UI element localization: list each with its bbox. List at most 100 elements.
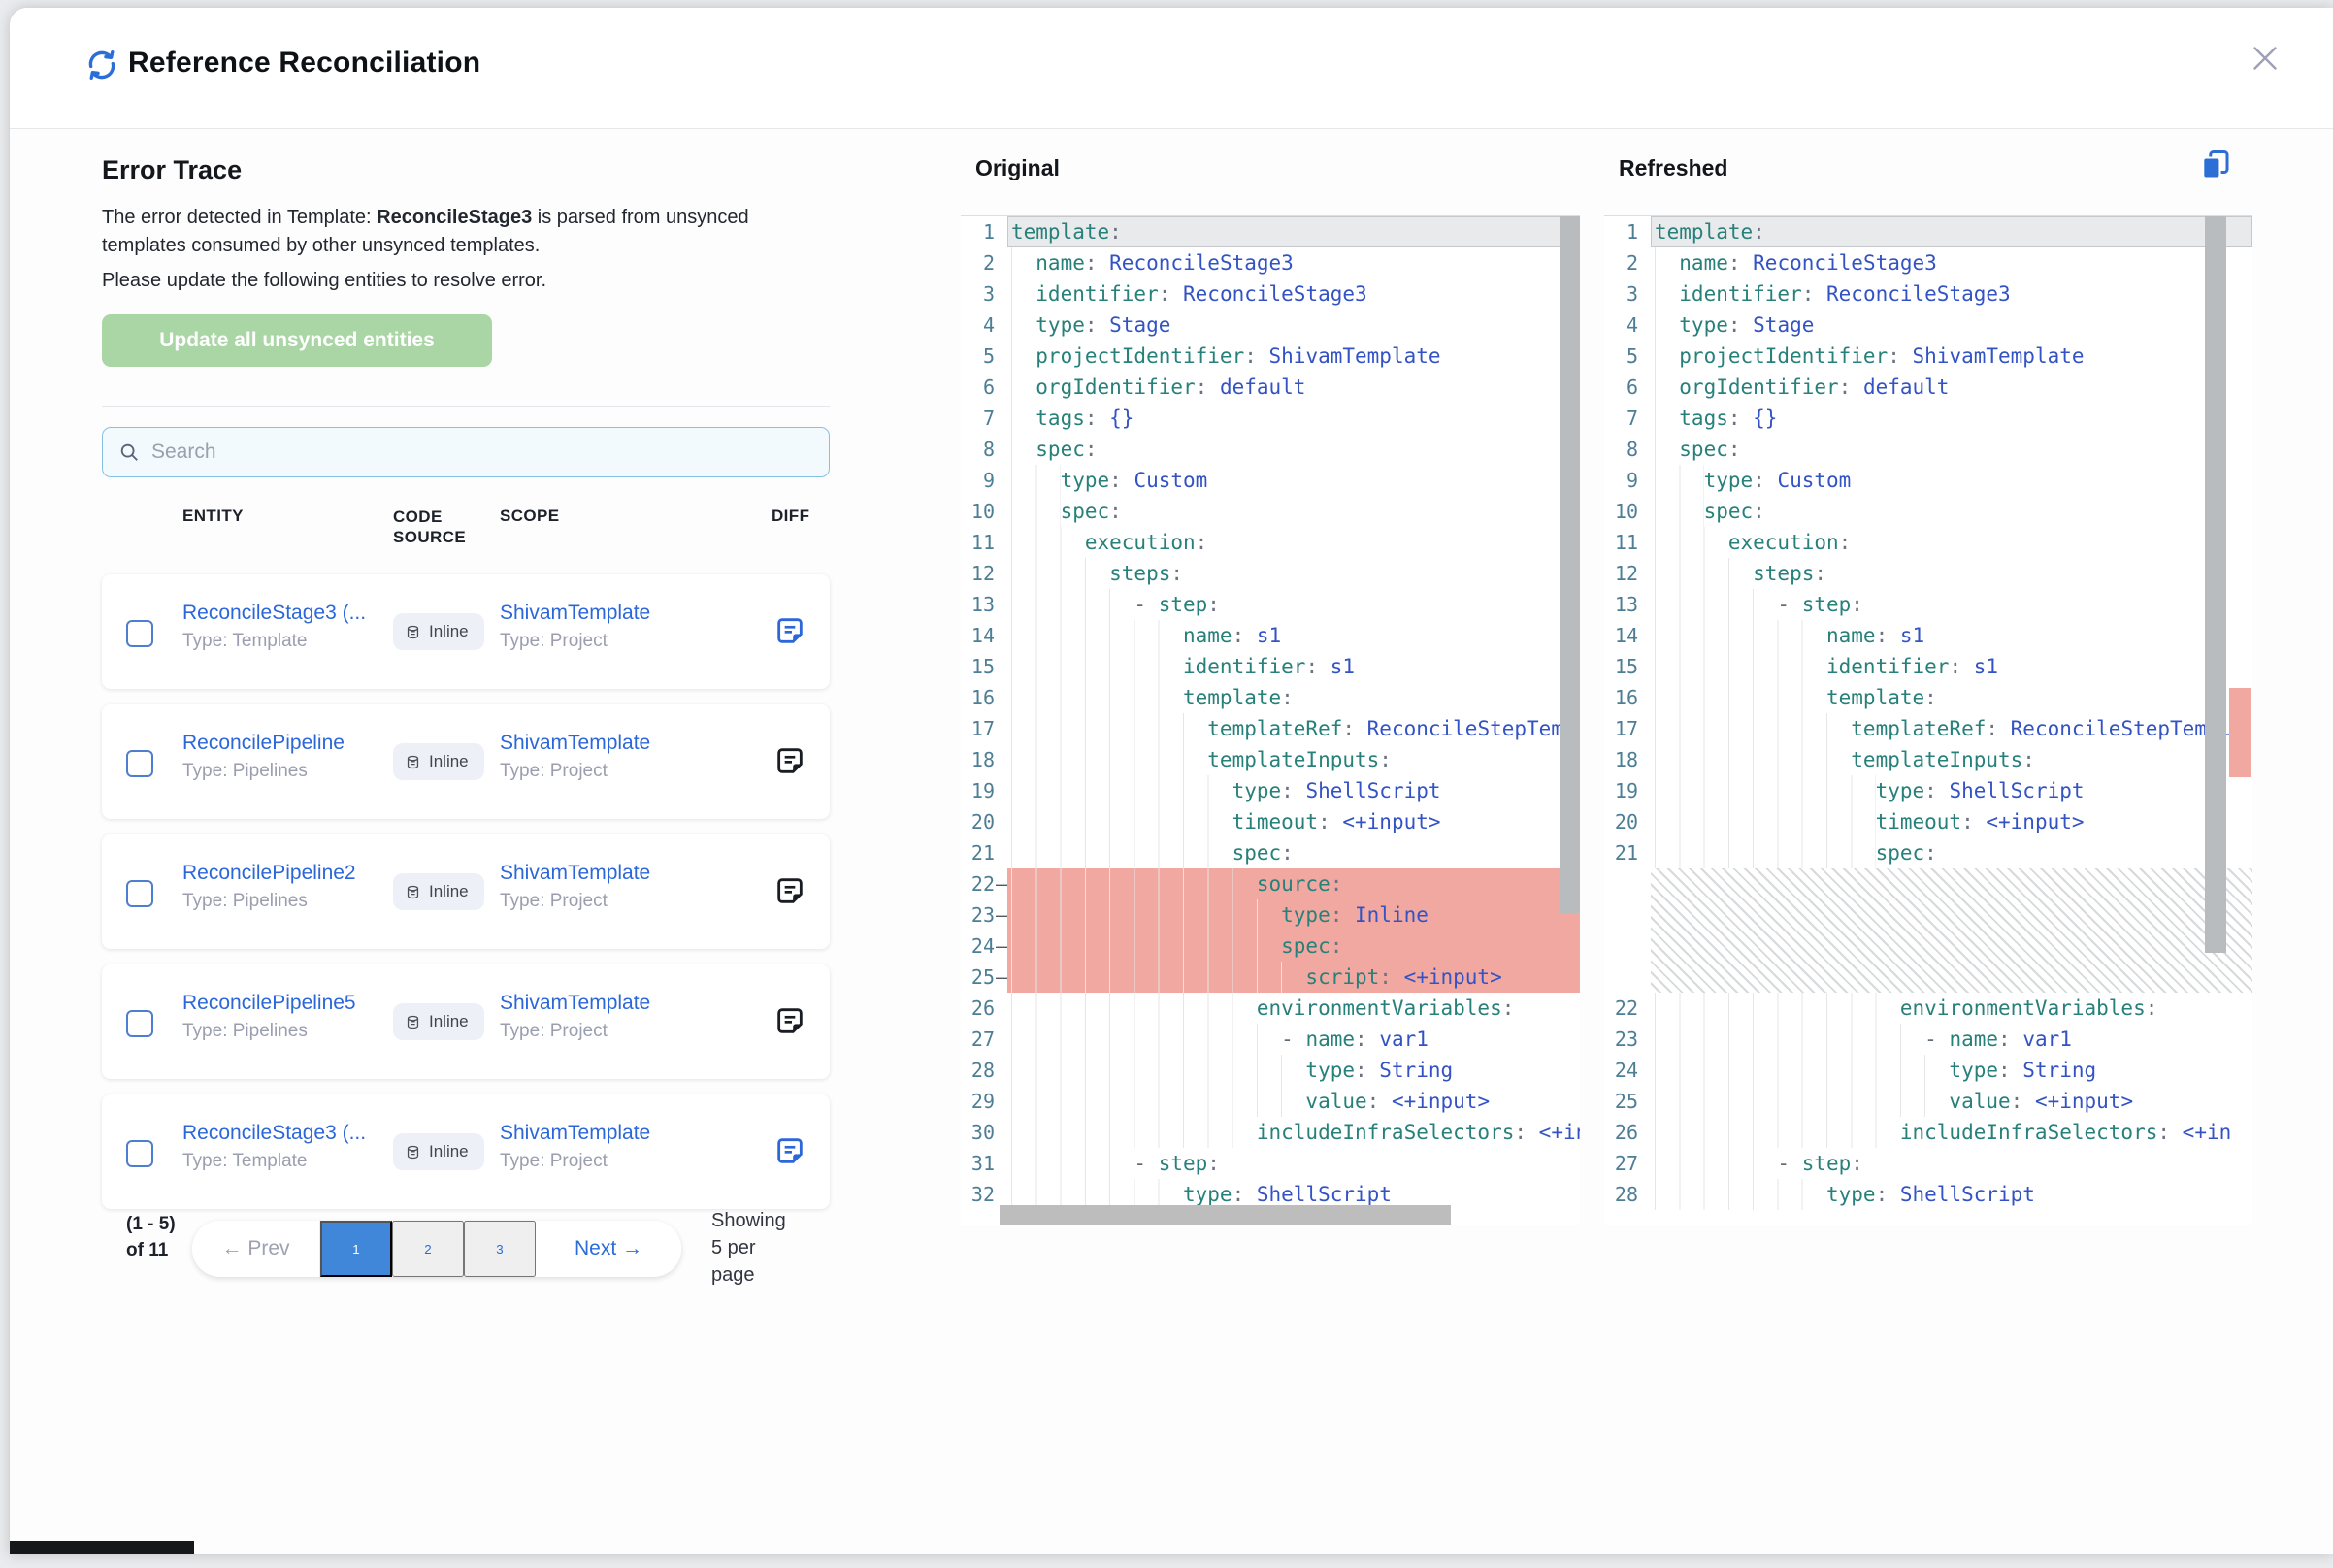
code-line: 17templateRef: ReconcileStepTempl	[1604, 713, 2252, 744]
column-code-source: CODE SOURCE	[393, 506, 478, 547]
code-line: 15identifier: s1	[1604, 651, 2252, 682]
entity-name-link[interactable]: ReconcileStage3 (...	[182, 1122, 366, 1145]
code-line: 4type: Stage	[961, 310, 1580, 341]
code-line: 8spec:	[961, 434, 1580, 465]
code-line: 15identifier: s1	[961, 651, 1580, 682]
code-line: 2name: ReconcileStage3	[961, 247, 1580, 278]
code-source-badge: Inline	[393, 873, 484, 910]
code-line: 27- step:	[1604, 1148, 2252, 1179]
code-line: 22environmentVariables:	[1604, 993, 2252, 1024]
original-panel-title: Original	[975, 155, 1060, 181]
diff-note-icon[interactable]	[774, 1005, 805, 1036]
code-line: 12steps:	[1604, 558, 2252, 589]
scope-type-label: Type: Project	[500, 1151, 608, 1172]
scope-name: ShivamTemplate	[500, 862, 650, 885]
code-source-label: Inline	[429, 882, 469, 901]
row-checkbox[interactable]	[126, 1140, 153, 1167]
code-line: 18templateInputs:	[1604, 744, 2252, 775]
entity-name-link[interactable]: ReconcilePipeline5	[182, 992, 356, 1015]
error-trace-heading: Error Trace	[102, 155, 242, 185]
original-vertical-scrollbar[interactable]	[1560, 216, 1580, 913]
scope-name: ShivamTemplate	[500, 1122, 650, 1145]
diff-note-icon[interactable]	[774, 745, 805, 776]
entity-name-link[interactable]: ReconcilePipeline	[182, 732, 345, 755]
code-line: 18templateInputs:	[961, 744, 1580, 775]
code-line: 1template:	[1604, 216, 2252, 247]
scope-type-label: Type: Project	[500, 891, 608, 912]
search-input[interactable]	[149, 440, 829, 465]
entity-list: ReconcileStage3 (... Type: Template Inline…	[102, 574, 830, 1225]
row-checkbox[interactable]	[126, 620, 153, 647]
refreshed-code-editor: 1template: 2name: ReconcileStage33identi…	[1604, 215, 2252, 1225]
entity-name-link[interactable]: ReconcilePipeline2	[182, 862, 356, 885]
code-line: 30includeInfraSelectors: <+in	[961, 1117, 1580, 1148]
code-line: 28type: String	[961, 1055, 1580, 1086]
code-line: 11execution:	[961, 527, 1580, 558]
entity-type-label: Type: Pipelines	[182, 761, 308, 782]
row-checkbox[interactable]	[126, 1010, 153, 1037]
search-box[interactable]	[102, 427, 830, 477]
bottom-left-strip	[10, 1541, 194, 1554]
row-checkbox[interactable]	[126, 880, 153, 907]
code-line: 1template:	[961, 216, 1580, 247]
scope-name: ShivamTemplate	[500, 732, 650, 755]
scope-type-label: Type: Project	[500, 631, 608, 652]
next-page-button[interactable]: Next →	[536, 1221, 681, 1277]
reference-reconciliation-dialog: Reference Reconciliation Error Trace The…	[10, 8, 2333, 1554]
page-button-3[interactable]: 3	[464, 1221, 536, 1277]
code-line: 6orgIdentifier: default	[961, 372, 1580, 403]
code-source-badge: Inline	[393, 743, 484, 780]
per-page-label: Showing 5 per page	[711, 1207, 789, 1289]
row-checkbox[interactable]	[126, 750, 153, 777]
code-line: 31- step:	[961, 1148, 1580, 1179]
update-all-unsynced-button[interactable]: Update all unsynced entities	[102, 314, 492, 367]
code-line: 26includeInfraSelectors: <+in	[1604, 1117, 2252, 1148]
refreshed-vertical-scrollbar[interactable]	[2205, 216, 2226, 953]
code-source-badge: Inline	[393, 1133, 484, 1170]
refreshed-panel-title: Refreshed	[1619, 155, 1727, 181]
code-line: 16template:	[1604, 682, 2252, 713]
code-line: 19type: ShellScript	[961, 775, 1580, 806]
page-button-1[interactable]: 1	[320, 1221, 392, 1277]
inline-store-icon	[405, 624, 421, 640]
column-scope: SCOPE	[500, 506, 560, 526]
code-line: 10spec:	[1604, 496, 2252, 527]
close-icon[interactable]	[2248, 41, 2283, 76]
table-row: ReconcileStage3 (...Type: TemplateInline…	[102, 1094, 830, 1209]
copy-icon[interactable]	[2198, 147, 2233, 182]
code-line: 11execution:	[1604, 527, 2252, 558]
pagination-range: (1 - 5) of 11	[126, 1211, 190, 1263]
code-line: 9type: Custom	[961, 465, 1580, 496]
error-instruction: Please update the following entities to …	[102, 270, 781, 292]
table-row: ReconcilePipeline Type: Pipelines Inline Sh…	[102, 704, 830, 819]
code-line: 10spec:	[961, 496, 1580, 527]
code-line: 23- name: var1	[1604, 1024, 2252, 1055]
column-entity: ENTITY	[182, 506, 244, 526]
code-line: 7tags: {}	[1604, 403, 2252, 434]
scope-type-label: Type: Project	[500, 761, 608, 782]
inline-store-icon	[405, 754, 421, 770]
dialog-header: Reference Reconciliation	[10, 8, 2333, 129]
column-diff: DIFF	[772, 506, 809, 526]
diff-note-icon[interactable]	[774, 615, 805, 646]
scope-type-label: Type: Project	[500, 1021, 608, 1042]
entity-name-link[interactable]: ReconcileStage3 (...	[182, 602, 366, 625]
code-source-badge: Inline	[393, 1003, 484, 1040]
page-button-2[interactable]: 2	[392, 1221, 464, 1277]
code-line: 16template:	[961, 682, 1580, 713]
entity-type-label: Type: Template	[182, 631, 308, 652]
original-horizontal-scrollbar[interactable]	[1000, 1205, 1451, 1225]
diff-note-icon[interactable]	[774, 1135, 805, 1166]
search-icon	[118, 441, 140, 463]
dialog-title: Reference Reconciliation	[128, 47, 480, 80]
code-line: 14name: s1	[1604, 620, 2252, 651]
diff-note-icon[interactable]	[774, 875, 805, 906]
code-line: 23–type: Inline	[961, 899, 1580, 931]
inline-store-icon	[405, 1014, 421, 1030]
prev-page-button[interactable]: ← Prev	[192, 1221, 320, 1277]
scope-name: ShivamTemplate	[500, 602, 650, 625]
code-line: 5projectIdentifier: ShivamTemplate	[961, 341, 1580, 372]
code-source-label: Inline	[429, 1142, 469, 1161]
code-source-badge: Inline	[393, 613, 484, 650]
code-line: 24type: String	[1604, 1055, 2252, 1086]
